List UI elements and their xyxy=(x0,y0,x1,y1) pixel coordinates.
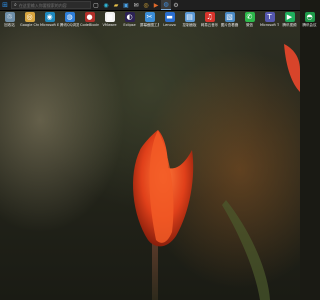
desktop-icon-label: 腾讯QQ浏览器 xyxy=(60,23,79,27)
desktop-icon[interactable]: ▧ 图片查看器 xyxy=(220,10,239,34)
desktop-icon-label: CodeBlocks xyxy=(80,23,99,27)
desktop-wallpaper xyxy=(0,0,300,300)
desktop-icon[interactable]: ✂ 屏幕截图工具 xyxy=(140,10,159,34)
desktop-icon[interactable]: ▦ VMware xyxy=(100,10,119,34)
desktop-icon-label: Google Chrome xyxy=(20,23,39,27)
desktop-icon[interactable]: ● CodeBlocks xyxy=(80,10,99,34)
vmware-icon: ▦ xyxy=(104,12,115,22)
desktop-icon-label: VMware xyxy=(102,23,117,27)
photo-viewer-icon: ▧ xyxy=(224,12,235,22)
taskbar-app-browser[interactable]: ◍ xyxy=(161,0,171,10)
desktop-icon-label: 图片查看器 xyxy=(220,23,239,27)
browser-icon: ◍ xyxy=(163,1,169,8)
settings-icon: ⚙ xyxy=(173,1,179,9)
desktop-icon-label: 屏幕截图工具 xyxy=(140,23,159,27)
desktop-icon[interactable]: ◍腾讯QQ浏览器 xyxy=(60,10,79,34)
desktop-icon-label: Lenovo xyxy=(163,23,176,27)
edge-icon: ◉ xyxy=(103,1,109,9)
desktop-icon[interactable]: ▬ Lenovo xyxy=(160,10,179,34)
desktop-icon[interactable]: ✆ 微信 xyxy=(240,10,259,34)
store-icon: ▣ xyxy=(123,1,129,9)
wechat-icon: ✆ xyxy=(244,12,255,22)
taskbar-app-list: ▢ ◉ ▰ ▣ ✉ ◎ ▶ ◍ ⚙ xyxy=(91,0,181,10)
tencent-video-icon: ▶ xyxy=(284,12,295,22)
file-explorer-icon: ▰ xyxy=(113,1,119,9)
desktop-icon-label: 微信 xyxy=(246,23,253,27)
taskbar-app-file-explorer[interactable]: ▰ xyxy=(111,0,121,10)
desktop-icon[interactable]: TMicrosoft Teams xyxy=(260,10,279,34)
chrome-icon: ◎ xyxy=(24,12,35,22)
taskbar-search-box[interactable]: ⌕ xyxy=(11,1,91,9)
start-button[interactable]: ⊞ xyxy=(0,0,10,10)
desktop-icon-row: ♲回收站◎Google Chrome◉Microsoft Edge◍腾讯QQ浏览… xyxy=(0,10,317,34)
edge-icon: ◉ xyxy=(44,12,55,22)
desktop-icon[interactable]: ◉Microsoft Edge xyxy=(40,10,59,34)
taskbar-app-settings[interactable]: ⚙ xyxy=(171,0,181,10)
taskbar-app-media-player[interactable]: ▶ xyxy=(151,0,161,10)
eclipse-icon: ◐ xyxy=(124,12,135,22)
mail-icon: ✉ xyxy=(133,1,139,9)
desktop-icon-label: Microsoft Teams xyxy=(260,23,279,27)
taskbar-app-task-view[interactable]: ▢ xyxy=(91,0,101,10)
lenovo-icon: ▬ xyxy=(164,12,175,22)
netease-music-icon: ♫ xyxy=(204,12,215,22)
desktop-icon[interactable]: ◓ 腾讯会议 xyxy=(300,10,319,34)
desktop-icon[interactable]: ▤ 控制面板 xyxy=(180,10,199,34)
taskbar-app-edge[interactable]: ◉ xyxy=(101,0,111,10)
recycle-bin-icon: ♲ xyxy=(4,12,15,22)
desktop-icon-label: 控制面板 xyxy=(182,23,197,27)
tencent-meeting-icon: ◓ xyxy=(304,12,315,22)
control-panel-icon: ▤ xyxy=(184,12,195,22)
teams-icon: T xyxy=(264,12,275,22)
search-input[interactable] xyxy=(18,1,90,9)
desktop-icon[interactable]: ◐ Eclipse xyxy=(120,10,139,34)
windows-icon: ⊞ xyxy=(2,1,8,9)
desktop-icon[interactable]: ▶ 腾讯视频 xyxy=(280,10,299,34)
desktop-icon-label: 腾讯会议 xyxy=(302,23,317,27)
search-icon: ⌕ xyxy=(14,2,17,8)
qq-browser-icon: ◍ xyxy=(64,12,75,22)
snipping-tool-icon: ✂ xyxy=(144,12,155,22)
taskbar-app-store[interactable]: ▣ xyxy=(121,0,131,10)
taskbar-app-chrome[interactable]: ◎ xyxy=(141,0,151,10)
taskbar-app-mail[interactable]: ✉ xyxy=(131,0,141,10)
task-view-icon: ▢ xyxy=(93,1,99,9)
desktop-icon-label: 网易云音乐 xyxy=(200,23,219,27)
desktop-icon-label: 回收站 xyxy=(4,23,15,27)
tulip-flower-image xyxy=(133,44,300,300)
desktop-icon[interactable]: ◎Google Chrome xyxy=(20,10,39,34)
desktop-icon-label: 腾讯视频 xyxy=(282,23,297,27)
desktop-icon-label: Microsoft Edge xyxy=(40,23,59,27)
desktop-icon-label: Eclipse xyxy=(123,23,136,27)
desktop-icon[interactable]: ♲ 回收站 xyxy=(0,10,19,34)
codeblocks-icon: ● xyxy=(84,12,95,22)
chrome-icon: ◎ xyxy=(143,1,149,9)
media-player-icon: ▶ xyxy=(153,1,159,9)
desktop-icon[interactable]: ♫ 网易云音乐 xyxy=(200,10,219,34)
